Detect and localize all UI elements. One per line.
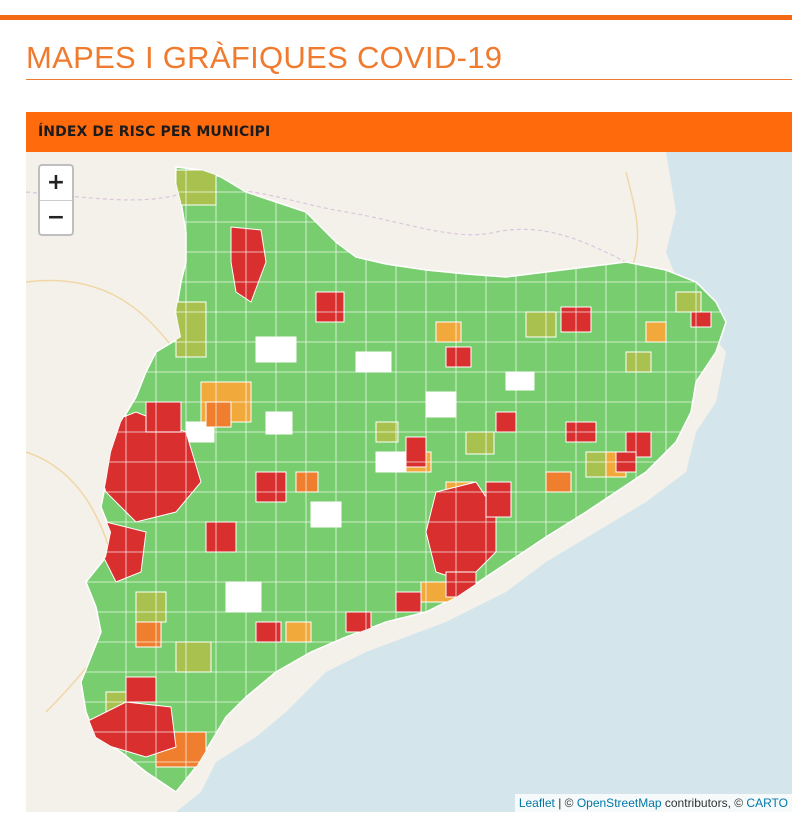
map-attribution: Leaflet | © OpenStreetMap contributors, … xyxy=(514,794,792,812)
page-title: MAPES I GRÀFIQUES COVID-19 xyxy=(26,40,503,75)
map-panel-title: ÍNDEX DE RISC PER MUNICIPI xyxy=(38,124,271,140)
carto-link[interactable]: CARTO xyxy=(746,796,788,810)
map-panel-header: ÍNDEX DE RISC PER MUNICIPI xyxy=(26,112,792,152)
leaflet-link[interactable]: Leaflet xyxy=(519,796,555,810)
title-underline xyxy=(26,79,792,80)
top-accent-bar xyxy=(0,15,792,20)
map-canvas[interactable] xyxy=(26,152,792,812)
attribution-contributors: contributors, © xyxy=(661,796,747,810)
zoom-control: + − xyxy=(38,164,74,236)
osm-link[interactable]: OpenStreetMap xyxy=(577,796,662,810)
zoom-out-button[interactable]: − xyxy=(40,201,72,235)
zoom-in-button[interactable]: + xyxy=(40,166,72,201)
risk-map[interactable]: + − Leaflet | © OpenStreetMap contributo… xyxy=(26,152,792,812)
attribution-separator: | © xyxy=(554,796,577,810)
